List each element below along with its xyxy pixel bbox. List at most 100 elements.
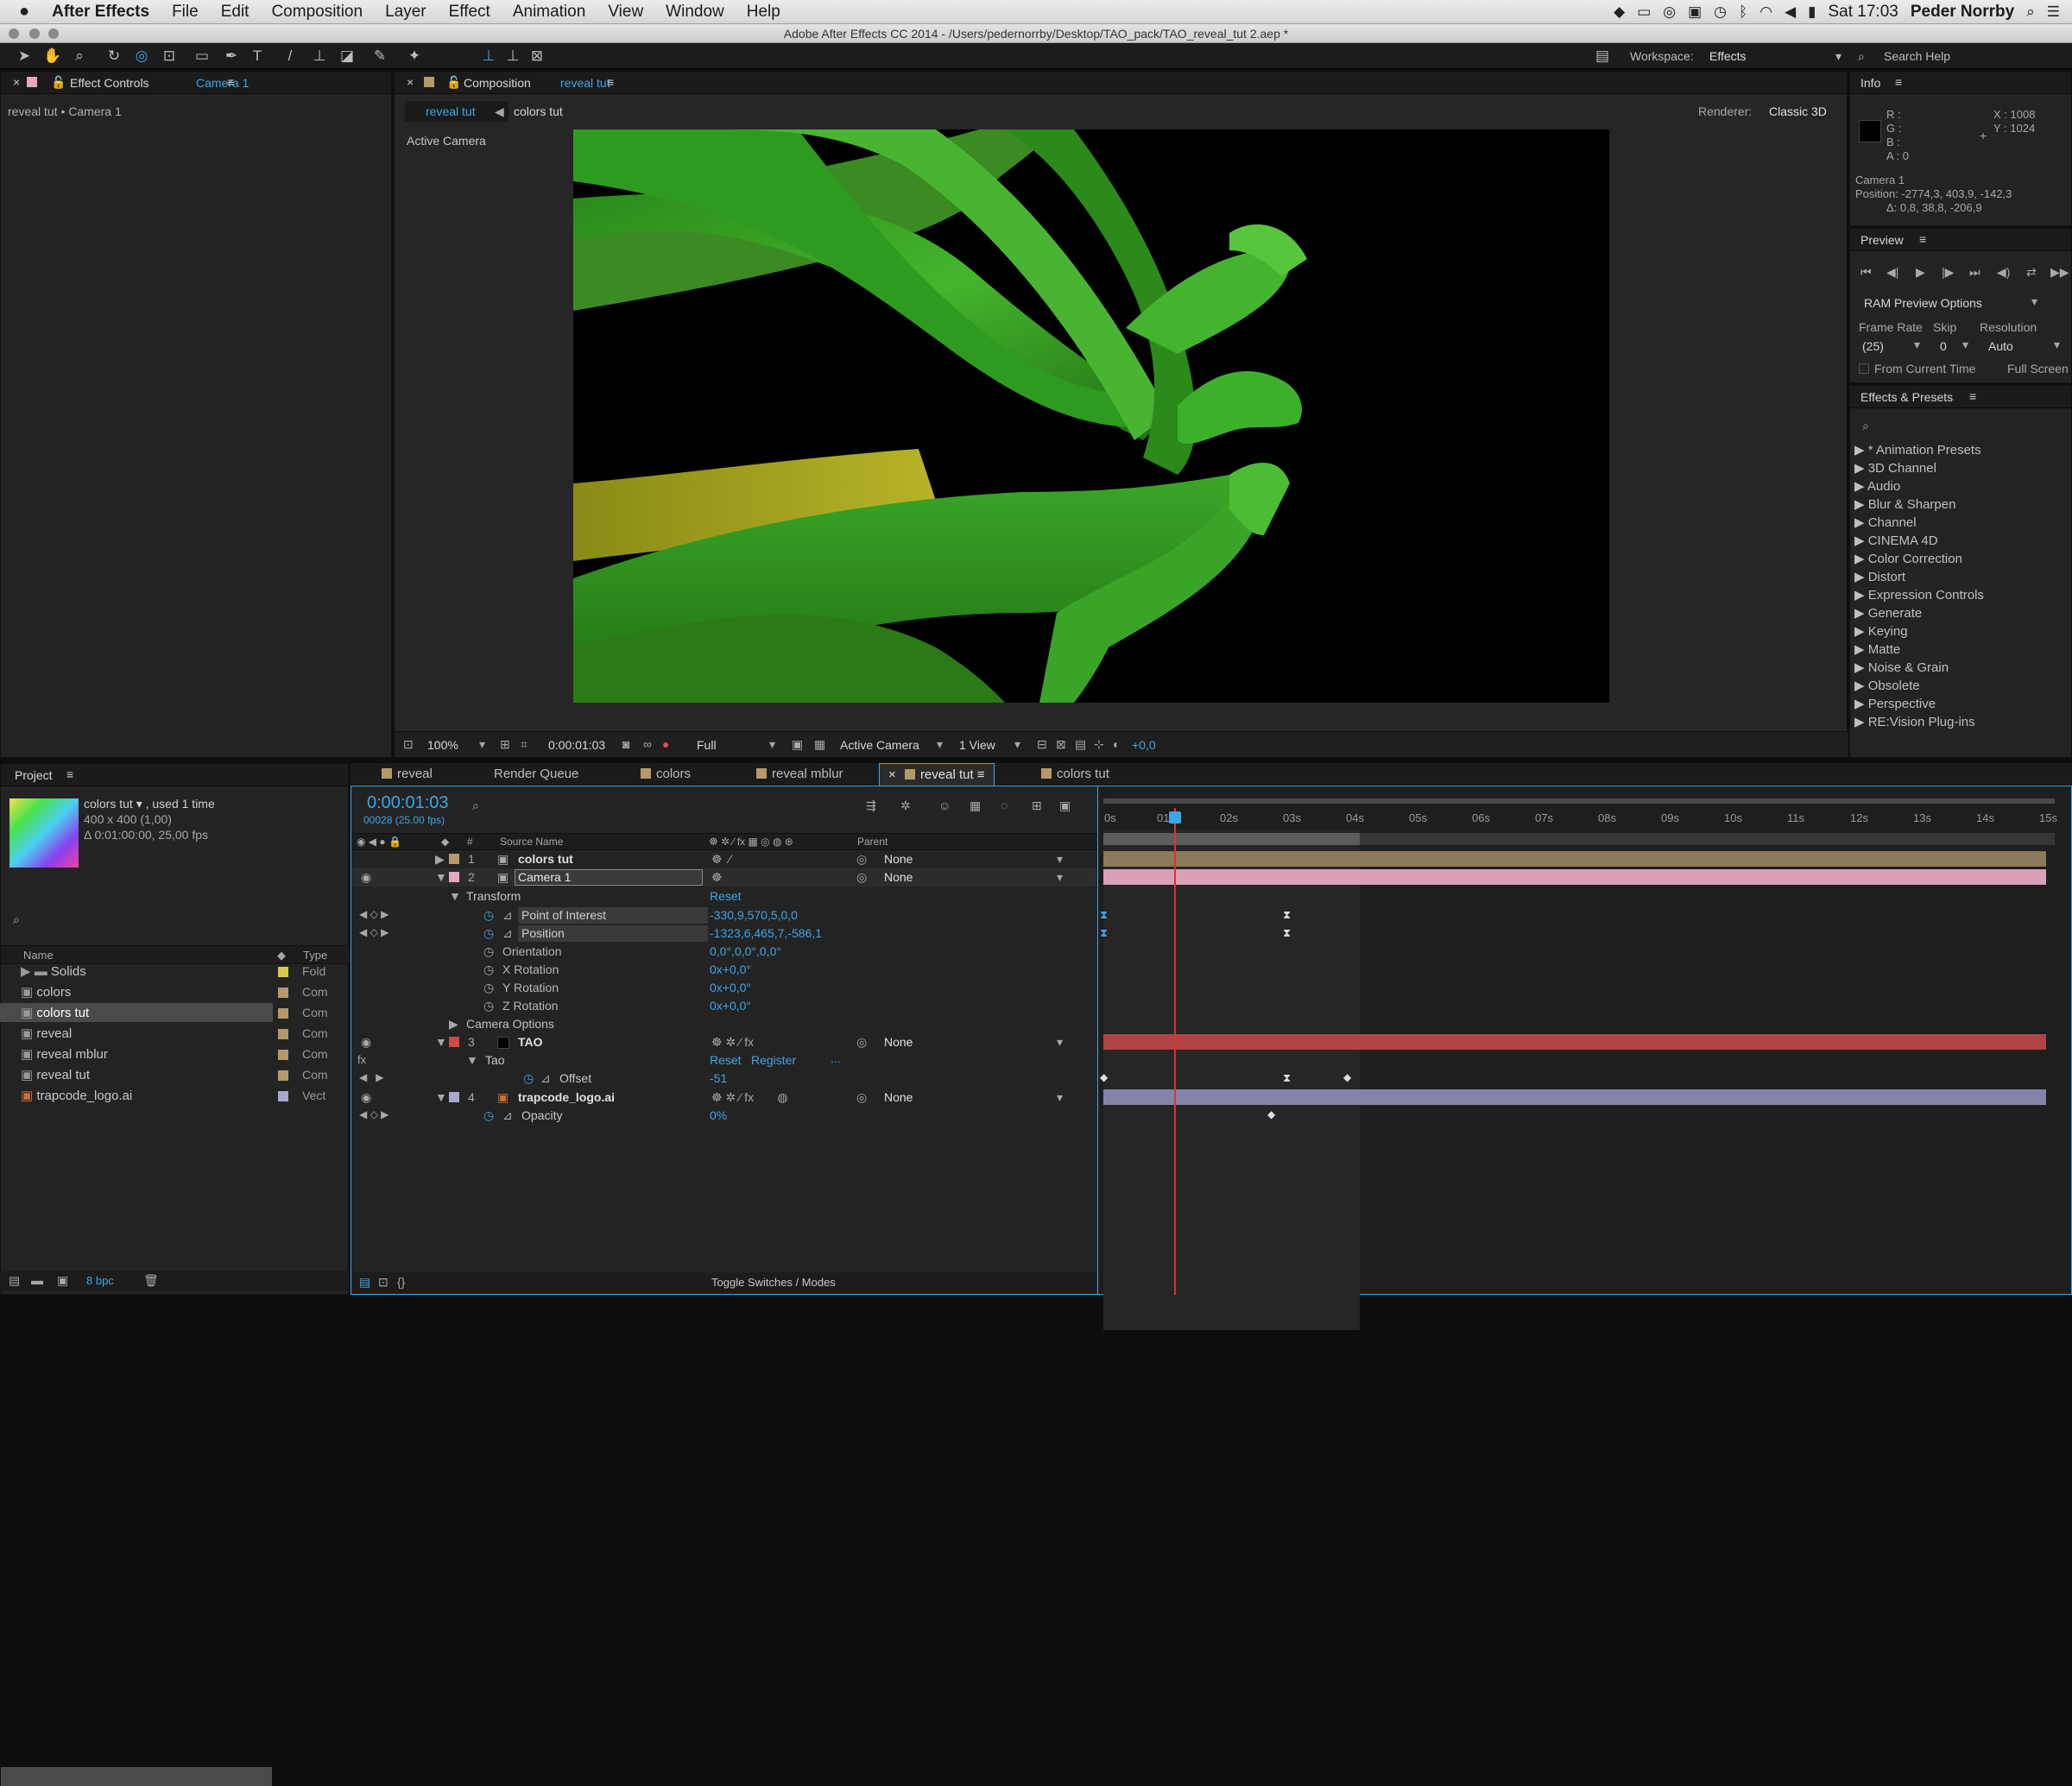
effects-search-icon[interactable]: ⌕	[1862, 419, 1869, 433]
expand-modes-icon[interactable]: ⊡	[378, 1275, 388, 1290]
property-value[interactable]: -1323,6,465,7,-586,1	[710, 926, 822, 940]
project-tab[interactable]: Project	[15, 768, 53, 782]
minimize-window-button[interactable]	[29, 28, 40, 39]
property-name[interactable]: Orientation	[502, 944, 561, 958]
panel-menu-icon[interactable]: ≡	[1969, 389, 1976, 403]
transparency-grid-icon[interactable]: ▦	[814, 737, 825, 752]
label-color-chip[interactable]	[449, 1037, 459, 1047]
flow-item-next[interactable]: colors tut	[514, 104, 563, 118]
transform-group[interactable]: Transform	[466, 889, 521, 903]
label-column-icon[interactable]: ◆	[277, 949, 286, 962]
first-frame-icon[interactable]: ⏮	[1860, 265, 1872, 280]
timeline-tab-reveal-mblur[interactable]: reveal mblur	[751, 763, 843, 786]
parent-chevron-icon[interactable]: ▾	[1057, 870, 1063, 885]
visibility-eye-icon[interactable]: ◉	[361, 1090, 371, 1105]
tao-effect-group[interactable]: Tao	[485, 1053, 505, 1067]
time-navigator[interactable]	[1103, 798, 2055, 804]
skip-chevron-icon[interactable]: ▾	[1962, 338, 1968, 352]
effects-category[interactable]: ▶ Color Correction	[1854, 551, 1962, 566]
layer-name[interactable]: trapcode_logo.ai	[518, 1090, 615, 1104]
layer-bar-tao[interactable]	[1103, 1034, 2046, 1050]
parent-dropdown[interactable]: None	[884, 1035, 913, 1049]
roto-brush-tool-icon[interactable]: ✎	[371, 47, 388, 65]
effect-controls-layer[interactable]: Camera 1	[196, 76, 249, 90]
keyframe-marker[interactable]: ◆	[1100, 1071, 1108, 1083]
rotation-tool-icon[interactable]: ↻	[105, 47, 123, 65]
panel-menu-icon[interactable]: ≡	[227, 75, 234, 89]
local-axis-mode-icon[interactable]: ⊥	[480, 47, 497, 65]
puppet-pin-tool-icon[interactable]: ✦	[406, 47, 423, 65]
playhead-handle[interactable]	[1169, 811, 1181, 824]
expand-arrow-icon[interactable]: ▼	[435, 1090, 447, 1104]
stopwatch-icon[interactable]: ◷	[483, 999, 494, 1013]
last-frame-icon[interactable]: ⏭	[1969, 265, 1980, 280]
search-help-input[interactable]: Search Help	[1884, 49, 1950, 63]
camera-view-chevron-icon[interactable]: ▾	[937, 737, 943, 752]
resolution-chevron-icon[interactable]: ▾	[2054, 338, 2060, 352]
property-row[interactable]: ◀ ◇ ▶ ◷ ⊿ Opacity 0%	[352, 1107, 1096, 1125]
panel-menu-icon[interactable]: ≡	[607, 75, 614, 89]
camera-view-dropdown[interactable]: Active Camera	[840, 738, 919, 752]
timeline-tab-reveal[interactable]: reveal	[376, 763, 433, 786]
workspace-chevron-icon[interactable]: ▾	[1835, 49, 1841, 64]
column-parent[interactable]: Parent	[857, 836, 888, 848]
stopwatch-icon[interactable]: ◷	[483, 926, 494, 941]
battery-status-icon[interactable]: ▭	[1637, 3, 1651, 21]
selection-tool-icon[interactable]: ➤	[16, 47, 33, 65]
airplay-icon[interactable]: ▣	[1688, 3, 1702, 21]
property-row[interactable]: ◀ ◇ ▶ ◷ ⊿ Position -1323,6,465,7,-586,1	[352, 925, 1096, 943]
layer-bar-trapcode[interactable]	[1103, 1089, 2046, 1105]
property-row[interactable]: ◷ Y Rotation 0x+0,0°	[352, 979, 1096, 997]
layer-row[interactable]: ◉ ▼ 4 ▣ trapcode_logo.ai ☸ ✲ ⁄ fx ◍ ◎ No…	[352, 1089, 1096, 1107]
expand-arrow-icon[interactable]: ▼	[466, 1053, 478, 1067]
effect-options-link[interactable]: ...	[831, 1051, 841, 1065]
snapshot-icon[interactable]: ◙	[622, 737, 629, 751]
app-menu[interactable]: After Effects	[41, 3, 161, 22]
effects-category[interactable]: ▶ Expression Controls	[1854, 587, 1984, 603]
expand-arrow-icon[interactable]: ▼	[435, 1035, 447, 1049]
column-source-name[interactable]: Source Name	[500, 836, 563, 848]
play-icon[interactable]: ▶	[1916, 265, 1925, 280]
project-item[interactable]: ▣ reveal tut	[21, 1067, 90, 1082]
property-row[interactable]: ◷ Orientation 0,0°,0,0°,0,0°	[352, 943, 1096, 961]
property-value[interactable]: -330,9,570,5,0,0	[710, 908, 798, 922]
effects-category[interactable]: ▶ Blur & Sharpen	[1854, 496, 1955, 512]
effects-category[interactable]: ▶ Distort	[1854, 569, 1905, 584]
keyframe-marker[interactable]: ⧗	[1100, 926, 1108, 940]
visibility-eye-icon[interactable]: ◉	[361, 870, 371, 885]
layer-bar-camera[interactable]	[1103, 869, 2046, 885]
menu-animation[interactable]: Animation	[502, 3, 597, 22]
exposure-value[interactable]: +0,0	[1132, 738, 1156, 752]
close-tab-icon[interactable]: ×	[13, 75, 20, 89]
loop-icon[interactable]: ⇄	[2026, 265, 2037, 280]
effects-category[interactable]: ▶ Matte	[1854, 641, 1900, 657]
audio-icon[interactable]: ◀)	[1997, 265, 2010, 280]
clone-stamp-tool-icon[interactable]: ⊥	[311, 47, 328, 65]
orbit-camera-tool-icon[interactable]: ◎	[133, 47, 150, 65]
show-snapshot-icon[interactable]: ∞	[643, 737, 652, 751]
effects-category[interactable]: ▶ CINEMA 4D	[1854, 533, 1938, 548]
hand-tool-icon[interactable]: ✋	[43, 47, 61, 65]
frame-rate-chevron-icon[interactable]: ▾	[1914, 338, 1920, 352]
stopwatch-icon[interactable]: ◷	[483, 908, 494, 923]
keyframe-navigator-icon[interactable]: ◀ ◇ ▶	[359, 908, 388, 920]
menu-layer[interactable]: Layer	[374, 3, 438, 22]
type-tool-icon[interactable]: T	[249, 47, 266, 65]
composition-name[interactable]: reveal tut	[560, 76, 610, 90]
keyframe-marker[interactable]: ⧗	[1283, 1071, 1291, 1085]
layer-bar-colors-tut[interactable]	[1103, 851, 2046, 867]
previous-frame-icon[interactable]: ◀︎|	[1886, 265, 1898, 280]
toggle-switches-modes-button[interactable]: Toggle Switches / Modes	[711, 1276, 836, 1289]
menu-view[interactable]: View	[597, 3, 654, 22]
effects-category[interactable]: ▶ Noise & Grain	[1854, 659, 1949, 675]
register-link[interactable]: Register	[751, 1053, 796, 1067]
property-name[interactable]: Opacity	[521, 1108, 562, 1122]
zoom-tool-icon[interactable]: ⌕	[71, 47, 88, 65]
effect-controls-tab[interactable]: Effect Controls	[70, 76, 149, 90]
expand-arrow-icon[interactable]: ▶	[435, 852, 445, 867]
magnification-dropdown[interactable]: 100%	[427, 738, 458, 752]
effects-category[interactable]: ▶ Perspective	[1854, 696, 1936, 711]
parent-dropdown[interactable]: None	[884, 852, 913, 866]
menu-composition[interactable]: Composition	[260, 3, 374, 22]
effects-category[interactable]: ▶ * Animation Presets	[1854, 442, 1981, 458]
